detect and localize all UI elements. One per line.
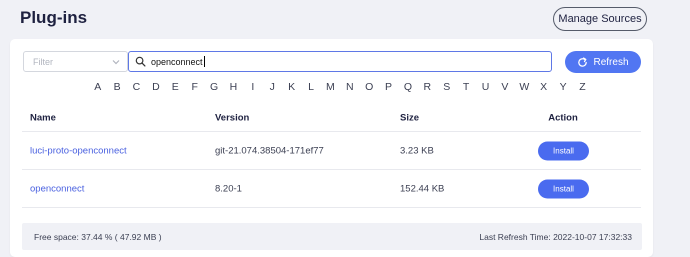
letter-a[interactable]: A: [88, 81, 107, 95]
alphabet-filter: A B C D E F G H I J K L M N O P Q R S T …: [88, 81, 592, 95]
letter-s[interactable]: S: [437, 81, 456, 95]
letter-i[interactable]: I: [243, 81, 262, 95]
letter-j[interactable]: J: [263, 81, 282, 95]
letter-t[interactable]: T: [456, 81, 475, 95]
page-title: Plug-ins: [20, 8, 88, 27]
plugins-table: Name Version Size Action luci-proto-open…: [22, 105, 641, 208]
letter-u[interactable]: U: [476, 81, 495, 95]
column-header-name: Name: [30, 112, 56, 124]
table-header: Name Version Size Action: [22, 105, 641, 132]
plugins-card: Filter openconnect Refresh A B C D E F G…: [10, 39, 653, 257]
letter-h[interactable]: H: [224, 81, 243, 95]
letter-o[interactable]: O: [359, 81, 378, 95]
letter-k[interactable]: K: [282, 81, 301, 95]
letter-v[interactable]: V: [495, 81, 514, 95]
letter-p[interactable]: P: [379, 81, 398, 95]
letter-g[interactable]: G: [204, 81, 223, 95]
refresh-label: Refresh: [593, 56, 629, 68]
letter-m[interactable]: M: [321, 81, 340, 95]
package-name-link[interactable]: openconnect: [30, 183, 84, 194]
column-header-action: Action: [548, 112, 578, 124]
letter-d[interactable]: D: [146, 81, 165, 95]
search-icon: [135, 56, 146, 67]
letter-w[interactable]: W: [515, 81, 534, 95]
letter-l[interactable]: L: [301, 81, 320, 95]
package-size: 3.23 KB: [400, 145, 434, 156]
last-refresh-text: Last Refresh Time: 2022-10-07 17:32:33: [479, 232, 632, 242]
column-header-size: Size: [400, 112, 420, 124]
status-footer: Free space: 37.44 % ( 47.92 MB ) Last Re…: [22, 223, 642, 250]
table-row: openconnect 8.20-1 152.44 KB Install: [22, 170, 641, 208]
package-version: 8.20-1: [215, 183, 242, 194]
letter-z[interactable]: Z: [573, 81, 592, 95]
text-cursor: [203, 56, 205, 67]
package-name-link[interactable]: luci-proto-openconnect: [30, 145, 127, 156]
package-size: 152.44 KB: [400, 183, 445, 194]
refresh-icon: [578, 56, 588, 67]
letter-c[interactable]: C: [127, 81, 146, 95]
table-row: luci-proto-openconnect git-21.074.38504-…: [22, 132, 641, 170]
package-version: git-21.074.38504-171ef77: [215, 145, 324, 156]
chevron-down-icon: [112, 60, 120, 65]
refresh-button[interactable]: Refresh: [565, 51, 641, 73]
manage-sources-button[interactable]: Manage Sources: [553, 7, 647, 31]
install-button[interactable]: Install: [538, 179, 589, 198]
letter-x[interactable]: X: [534, 81, 553, 95]
letter-n[interactable]: N: [340, 81, 359, 95]
free-space-text: Free space: 37.44 % ( 47.92 MB ): [34, 232, 162, 242]
search-input[interactable]: openconnect: [128, 51, 552, 72]
letter-r[interactable]: R: [418, 81, 437, 95]
install-button[interactable]: Install: [538, 141, 589, 160]
letter-y[interactable]: Y: [553, 81, 572, 95]
letter-b[interactable]: B: [107, 81, 126, 95]
search-value: openconnect: [151, 56, 203, 67]
filter-select[interactable]: Filter: [23, 51, 128, 72]
letter-f[interactable]: F: [185, 81, 204, 95]
filter-placeholder: Filter: [33, 56, 53, 67]
letter-q[interactable]: Q: [398, 81, 417, 95]
letter-e[interactable]: E: [166, 81, 185, 95]
column-header-version: Version: [215, 112, 250, 124]
